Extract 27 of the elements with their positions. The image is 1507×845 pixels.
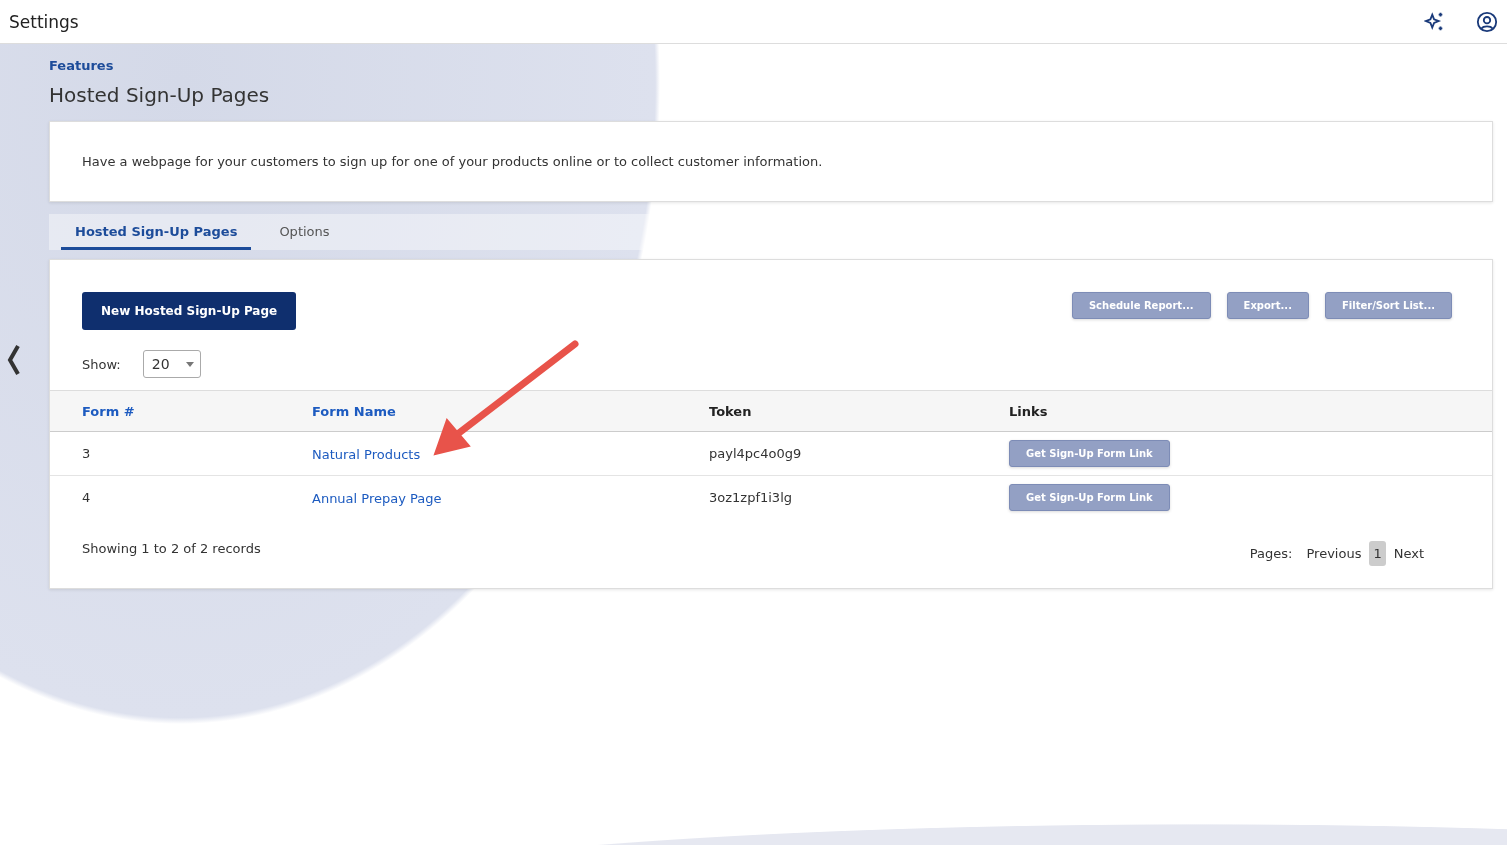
description-text: Have a webpage for your customers to sign up for one of your products online or to collect customer information. <box>81 153 824 171</box>
column-header[interactable]: Form # <box>82 403 312 419</box>
table-cell-text: payl4pc4o0g9 <box>709 446 803 461</box>
caret-icon <box>185 361 194 367</box>
table-cell-text: 4 <box>82 490 92 505</box>
chevron-left-icon[interactable] <box>6 344 22 376</box>
breadcrumb-link[interactable]: Features <box>49 58 1493 73</box>
previous-button[interactable]: Previous <box>1302 541 1366 566</box>
tab[interactable]: Hosted Sign-Up Pages <box>61 224 252 250</box>
form-name-link[interactable]: Natural Products <box>312 447 421 462</box>
table-cell-text: 3 <box>82 446 92 461</box>
column-header: Links <box>1009 403 1049 419</box>
column-header: Token <box>709 403 753 419</box>
page-title: Settings <box>9 11 79 32</box>
column-header[interactable]: Form Name <box>312 403 709 419</box>
next-button[interactable]: Next <box>1389 541 1428 566</box>
tab[interactable]: Options <box>265 224 344 250</box>
section-heading: Hosted Sign-Up Pages <box>49 83 271 107</box>
page-number[interactable]: 1 <box>1369 541 1386 566</box>
new-page-button[interactable]: New Hosted Sign-Up Page <box>82 292 297 330</box>
user-icon[interactable] <box>1476 10 1498 33</box>
page-size-select[interactable]: 20 <box>142 350 201 378</box>
records-summary: Showing 1 to 2 of 2 records <box>82 541 261 556</box>
form-name-link[interactable]: Annual Prepay Page <box>312 491 442 506</box>
show-label: Show: <box>82 356 121 372</box>
pages-label: Pages: <box>1249 546 1293 561</box>
table-cell-text: 3oz1zpf1i3lg <box>709 490 793 505</box>
